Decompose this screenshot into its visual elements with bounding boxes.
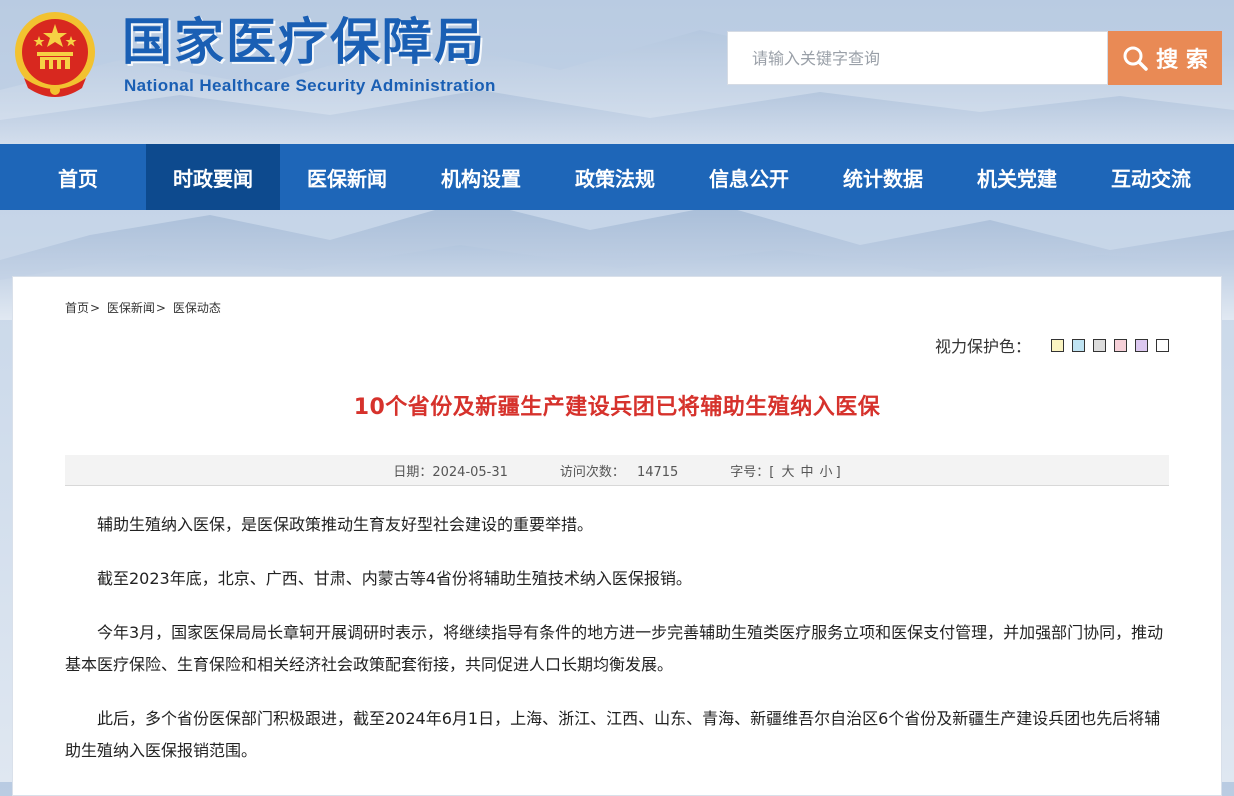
nav-item-organization[interactable]: 机构设置: [414, 144, 548, 210]
site-title-cn: 国家医疗保障局: [122, 12, 486, 71]
nav-item-home[interactable]: 首页: [0, 144, 146, 210]
date-label: 日期：: [393, 464, 433, 480]
nav-item-party-building[interactable]: 机关党建: [950, 144, 1084, 210]
search-box: [727, 31, 1108, 85]
font-size-large-link[interactable]: 大: [782, 465, 795, 480]
nav-item-disclosure[interactable]: 信息公开: [682, 144, 816, 210]
publish-date: 日期：2024-05-31: [393, 461, 508, 480]
breadcrumb-separator: >: [155, 301, 166, 315]
nav-item-healthcare-news[interactable]: 医保新闻: [280, 144, 414, 210]
search-icon: [1123, 46, 1148, 71]
font-size-control: 字号：[ 大中小]: [730, 461, 840, 480]
font-size-medium-link[interactable]: 中: [801, 465, 814, 480]
search-button-label: 搜 索: [1156, 48, 1208, 73]
breadcrumb-healthcare-updates[interactable]: 医保动态: [173, 301, 221, 315]
article-paragraph: 今年3月，国家医保局局长章轲开展调研时表示，将继续指导有条件的地方进一步完善辅助…: [65, 623, 1164, 674]
search-input[interactable]: [728, 32, 1107, 84]
swatch-blue[interactable]: [1072, 338, 1085, 352]
breadcrumb-healthcare-news[interactable]: 医保新闻: [107, 301, 155, 315]
visits-label: 访问次数：: [559, 464, 625, 480]
date-value: 2024-05-31: [432, 464, 508, 480]
article-meta-bar: 日期：2024-05-31 访问次数： 14715 字号：[ 大中小]: [65, 455, 1169, 486]
article-paragraph: 截至2023年底，北京、广西、甘肃、内蒙古等4省份将辅助生殖技术纳入医保报销。: [97, 569, 692, 588]
swatch-gray[interactable]: [1093, 338, 1106, 352]
swatch-yellow[interactable]: [1051, 338, 1064, 352]
nav-item-political-news[interactable]: 时政要闻: [146, 144, 280, 210]
visit-count: 访问次数： 14715: [560, 461, 678, 480]
font-size-label: 字号：[: [730, 464, 775, 480]
nav-item-statistics[interactable]: 统计数据: [816, 144, 950, 210]
nav-item-interaction[interactable]: 互动交流: [1084, 144, 1218, 210]
article-panel: 首页> 医保新闻> 医保动态 视力保护色： 10个省份及新疆生产建设兵团已将辅助…: [12, 276, 1222, 796]
breadcrumb: 首页> 医保新闻> 医保动态: [65, 299, 221, 316]
eye-care-label: 视力保护色：: [934, 337, 1031, 356]
main-nav: 首页 时政要闻 医保新闻 机构设置 政策法规 信息公开 统计数据 机关党建 互动…: [0, 144, 1234, 210]
national-emblem-icon[interactable]: [12, 8, 98, 102]
eye-care-color-picker: 视力保护色：: [935, 333, 1169, 357]
article-paragraph: 辅助生殖纳入医保，是医保政策推动生育友好型社会建设的重要举措。: [97, 515, 594, 534]
search-button[interactable]: 搜 索: [1108, 31, 1222, 85]
article-title: 10个省份及新疆生产建设兵团已将辅助生殖纳入医保: [353, 395, 881, 420]
article-body: 辅助生殖纳入医保，是医保政策推动生育友好型社会建设的重要举措。 截至2023年底…: [65, 509, 1173, 789]
swatch-pink[interactable]: [1114, 338, 1127, 352]
site-header: 国家医疗保障局 National Healthcare Security Adm…: [0, 0, 1234, 144]
font-size-end: ]: [835, 464, 841, 480]
visits-value: 14715: [636, 464, 679, 480]
nav-item-policies[interactable]: 政策法规: [548, 144, 682, 210]
breadcrumb-separator: >: [90, 301, 101, 315]
breadcrumb-home[interactable]: 首页: [65, 301, 89, 315]
font-size-small-link[interactable]: 小: [820, 465, 833, 480]
swatch-purple[interactable]: [1135, 338, 1148, 352]
article-paragraph: 此后，多个省份医保部门积极跟进，截至2024年6月1日，上海、浙江、江西、山东、…: [65, 709, 1161, 760]
swatch-white[interactable]: [1156, 338, 1169, 352]
site-title-en: National Healthcare Security Administrat…: [124, 76, 496, 95]
